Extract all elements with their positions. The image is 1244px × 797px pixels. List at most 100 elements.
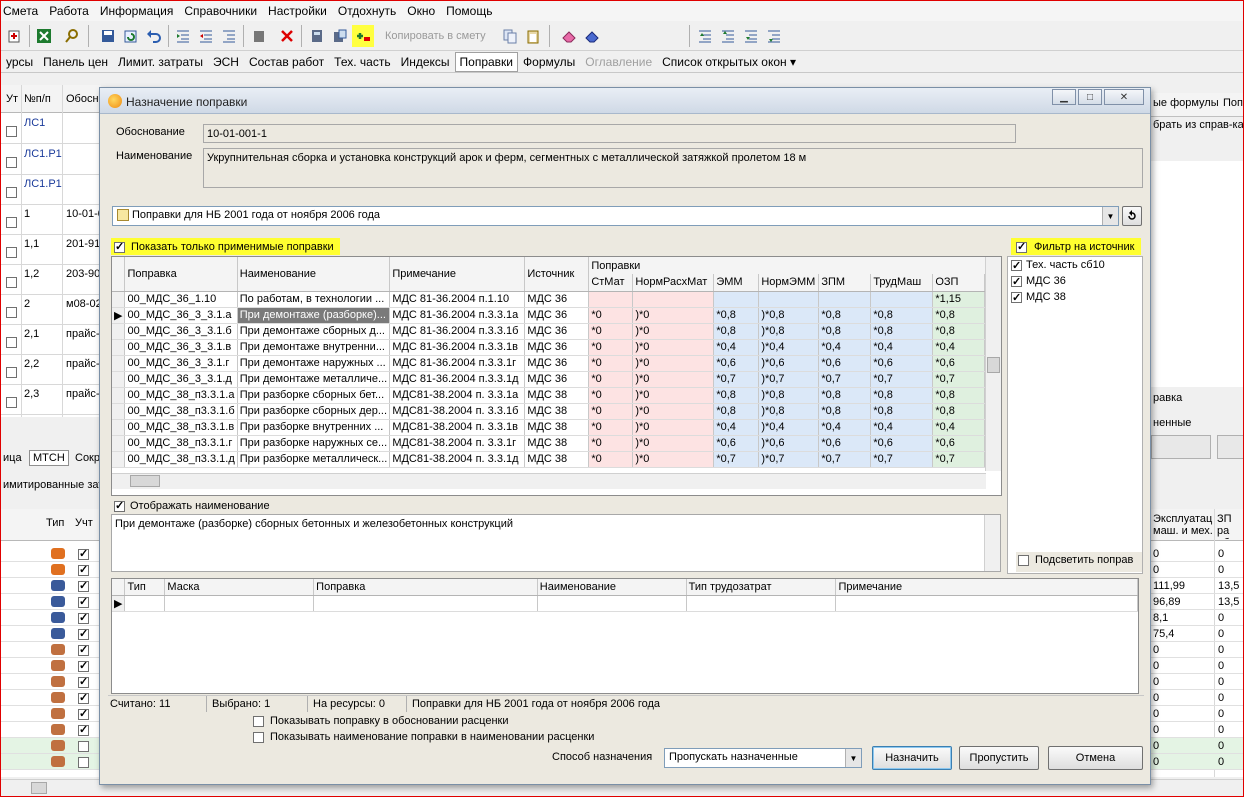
resource-checkbox[interactable]: [78, 756, 89, 768]
add-correction-icon[interactable]: [352, 25, 374, 47]
bottom-tab-short[interactable]: Сокр: [75, 452, 100, 464]
row-checkbox[interactable]: [6, 396, 17, 408]
assign-button[interactable]: Назначить: [872, 746, 952, 770]
method-select[interactable]: Пропускать назначенные ▼: [664, 748, 862, 768]
row-checkbox[interactable]: [6, 125, 17, 137]
book-icon[interactable]: [581, 25, 603, 47]
filter-source-checkbox[interactable]: [1016, 240, 1027, 253]
search-icon[interactable]: [61, 25, 83, 47]
paste-icon[interactable]: [522, 25, 544, 47]
indent-icon[interactable]: [172, 25, 194, 47]
delete-icon[interactable]: [276, 25, 298, 47]
row-checkbox[interactable]: [6, 186, 17, 198]
grid-vertical-scrollbar[interactable]: [985, 257, 1001, 471]
panel-tab-7[interactable]: Поправки: [454, 51, 519, 72]
resource-checkbox[interactable]: [78, 691, 89, 704]
outdent-icon[interactable]: [195, 25, 217, 47]
resource-checkbox[interactable]: [78, 595, 89, 608]
name-text-scrollbar[interactable]: [984, 515, 1000, 571]
refresh-icon[interactable]: [120, 25, 142, 47]
correction-row[interactable]: 00_МДС_38_п3.3.1.б При разборке сборных д…: [112, 403, 998, 420]
chevron-down-icon[interactable]: ▼: [1102, 207, 1118, 225]
lower-col-header[interactable]: Тип трудозатрат: [686, 579, 837, 596]
resource-checkbox[interactable]: [78, 707, 89, 720]
right-tab-corrections[interactable]: Поп: [1223, 97, 1243, 109]
correction-row[interactable]: 00_МДС_36_3_3.1.д При демонтаже металличе…: [112, 371, 998, 388]
correction-row[interactable]: ▶ 00_МДС_36_3_3.1.а При демонтаже (разборк…: [112, 307, 998, 324]
panel-tab-1[interactable]: Панель цен: [38, 52, 113, 72]
bottom-tab-mtsn[interactable]: МТСН: [29, 450, 69, 466]
report-icon[interactable]: [329, 25, 351, 47]
panel-tab-9[interactable]: Оглавление: [580, 52, 657, 72]
excel-icon[interactable]: [33, 25, 55, 47]
correction-row[interactable]: 00_МДС_36_3_3.1.б При демонтаже сборных д…: [112, 323, 998, 340]
lower-col-header[interactable]: Маска: [164, 579, 315, 596]
row-checkbox[interactable]: [6, 336, 17, 348]
panel-tab-10[interactable]: Список открытых окон ▾: [657, 52, 801, 72]
lower-col-header[interactable]: Наименование: [537, 579, 687, 596]
col-header[interactable]: Поправка: [124, 257, 238, 292]
col-header[interactable]: НормРасхМат: [632, 274, 715, 292]
menu-item-0[interactable]: Смета: [1, 4, 44, 18]
resource-checkbox[interactable]: [78, 611, 89, 624]
resource-checkbox[interactable]: [78, 627, 89, 640]
col-header[interactable]: ЭММ: [713, 274, 760, 292]
menu-item-7[interactable]: Помощь: [441, 4, 498, 18]
chevron-down-icon[interactable]: ▼: [845, 749, 861, 767]
correction-row[interactable]: 00_МДС_38_п3.3.1.в При разборке внутренни…: [112, 419, 998, 436]
col-header[interactable]: Наименование: [237, 257, 391, 292]
copy-icon[interactable]: [499, 25, 521, 47]
panel-tab-0[interactable]: урсы: [1, 52, 38, 72]
correction-row[interactable]: 00_МДС_36_3_3.1.г При демонтаже наружных …: [112, 355, 998, 372]
show-applicable-checkbox[interactable]: [114, 240, 125, 253]
menu-item-2[interactable]: Информация: [95, 4, 179, 18]
source-item[interactable]: Тех. часть сб10: [1008, 257, 1142, 274]
menu-item-6[interactable]: Окно: [402, 4, 441, 18]
resource-checkbox[interactable]: [78, 579, 89, 592]
block-icon[interactable]: [248, 25, 270, 47]
collection-select[interactable]: Поправки для НБ 2001 года от ноября 2006…: [112, 206, 1119, 226]
col-header[interactable]: Источник: [524, 257, 590, 292]
minimize-icon[interactable]: ▁: [1052, 89, 1076, 105]
col-header[interactable]: ОЗП: [932, 274, 986, 292]
right-tab-formulas[interactable]: ые формулы: [1153, 97, 1219, 109]
calculator-icon[interactable]: [306, 25, 328, 47]
correction-row[interactable]: 00_МДС_38_п3.3.1.г При разборке наружных …: [112, 435, 998, 452]
right-tab-correction[interactable]: равка: [1153, 392, 1182, 404]
col-header[interactable]: ТрудМаш: [870, 274, 934, 292]
menu-item-1[interactable]: Работа: [44, 4, 95, 18]
row-checkbox[interactable]: [6, 306, 17, 318]
grid-horizontal-scrollbar[interactable]: [112, 473, 986, 489]
lower-col-header[interactable]: Тип: [124, 579, 166, 596]
col-header[interactable]: НормЭММ: [758, 274, 820, 292]
reset-collection-button[interactable]: [1122, 206, 1142, 226]
row-checkbox[interactable]: [6, 246, 17, 258]
resource-checkbox[interactable]: [78, 723, 89, 736]
highlight-checkbox[interactable]: [1018, 554, 1029, 566]
list-icon[interactable]: [218, 25, 240, 47]
save-icon[interactable]: [97, 25, 119, 47]
bottom-tab-table[interactable]: ица: [3, 452, 22, 464]
show-in-name-checkbox[interactable]: [253, 731, 264, 743]
new-estimate-icon[interactable]: [4, 25, 26, 47]
col-header[interactable]: СтМат: [588, 274, 634, 292]
move-bottom-icon[interactable]: [763, 25, 785, 47]
undo-icon[interactable]: [143, 25, 165, 47]
menu-item-3[interactable]: Справочники: [179, 4, 263, 18]
resource-checkbox[interactable]: [78, 547, 89, 560]
move-down-icon[interactable]: [740, 25, 762, 47]
resource-checkbox[interactable]: [78, 563, 89, 576]
correction-row[interactable]: 00_МДС_36_1.10 По работам, в технологии .…: [112, 291, 998, 308]
name-field[interactable]: Укрупнительная сборка и установка констр…: [203, 148, 1143, 188]
move-top-icon[interactable]: [717, 25, 739, 47]
resource-checkbox[interactable]: [78, 675, 89, 688]
panel-tab-5[interactable]: Тех. часть: [329, 52, 395, 72]
resource-checkbox[interactable]: [78, 659, 89, 672]
row-checkbox[interactable]: [6, 216, 17, 228]
panel-tab-2[interactable]: Лимит. затраты: [113, 52, 208, 72]
correction-row[interactable]: 00_МДС_38_п3.3.1.д При разборке металличе…: [112, 451, 998, 468]
panel-tab-6[interactable]: Индексы: [396, 52, 455, 72]
lower-col-header[interactable]: Примечание: [835, 579, 1138, 596]
resource-checkbox[interactable]: [78, 643, 89, 656]
cancel-button[interactable]: Отмена: [1048, 746, 1143, 770]
